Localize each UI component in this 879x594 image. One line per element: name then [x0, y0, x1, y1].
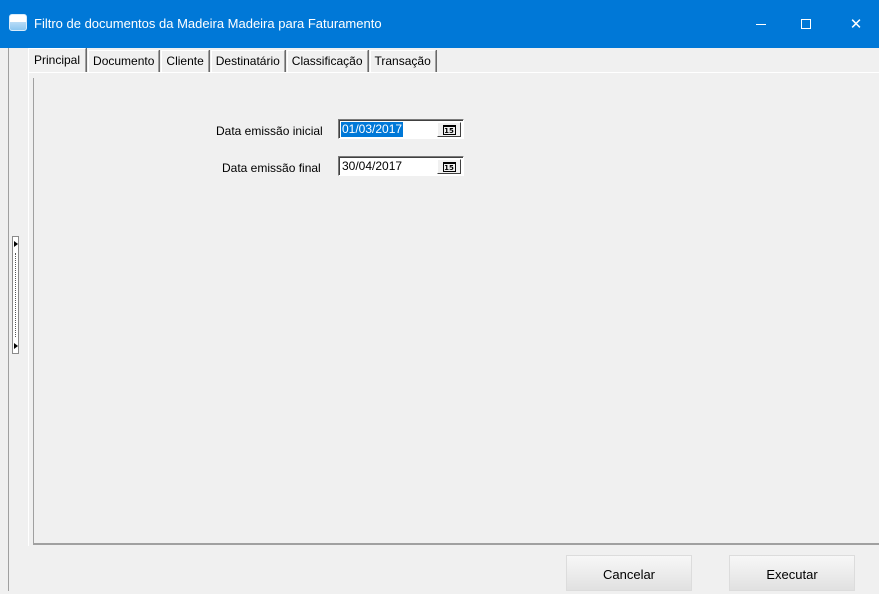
- calendar-icon: 15: [442, 161, 456, 172]
- maximize-icon: [801, 19, 811, 29]
- title-bar: Filtro de documentos da Madeira Madeira …: [0, 0, 879, 48]
- panel-splitter-handle[interactable]: [12, 236, 19, 354]
- cancel-button[interactable]: Cancelar: [566, 555, 692, 591]
- calendar-icon: 15: [442, 124, 456, 135]
- panel-bottom-border: [33, 543, 879, 545]
- grip-dots: [15, 253, 17, 337]
- tab-destinatario[interactable]: Destinatário: [210, 50, 285, 72]
- tab-classificacao[interactable]: Classificação: [286, 50, 368, 72]
- window-app-icon[interactable]: [9, 14, 27, 31]
- maximize-button[interactable]: [783, 0, 829, 48]
- close-button[interactable]: ✕: [833, 0, 879, 48]
- expand-arrow-icon: [14, 343, 18, 349]
- data-emissao-inicial-field[interactable]: 01/03/2017 15: [338, 119, 464, 139]
- calendar-button[interactable]: 15: [437, 159, 461, 174]
- tab-panel-principal: [28, 72, 879, 546]
- minimize-icon: [756, 23, 766, 25]
- window-left-border: [8, 48, 9, 591]
- minimize-button[interactable]: [738, 0, 784, 48]
- close-icon: ✕: [849, 15, 863, 33]
- data-emissao-final-label: Data emissão final: [222, 161, 321, 175]
- data-emissao-final-field[interactable]: 30/04/2017 15: [338, 156, 464, 176]
- window-title: Filtro de documentos da Madeira Madeira …: [34, 16, 382, 31]
- tab-transacao[interactable]: Transação: [369, 50, 436, 72]
- tab-bar: Principal Documento Cliente Destinatário…: [28, 48, 438, 72]
- expand-arrow-icon: [14, 241, 18, 247]
- data-emissao-inicial-value[interactable]: 01/03/2017: [341, 122, 404, 137]
- data-emissao-final-value[interactable]: 30/04/2017: [341, 159, 403, 174]
- data-emissao-inicial-label: Data emissão inicial: [216, 124, 323, 138]
- tab-documento[interactable]: Documento: [88, 50, 160, 72]
- tab-cliente[interactable]: Cliente: [161, 50, 209, 72]
- execute-button[interactable]: Executar: [729, 555, 855, 591]
- calendar-button[interactable]: 15: [437, 122, 461, 137]
- tab-principal[interactable]: Principal: [28, 48, 87, 72]
- panel-divider: [33, 78, 34, 544]
